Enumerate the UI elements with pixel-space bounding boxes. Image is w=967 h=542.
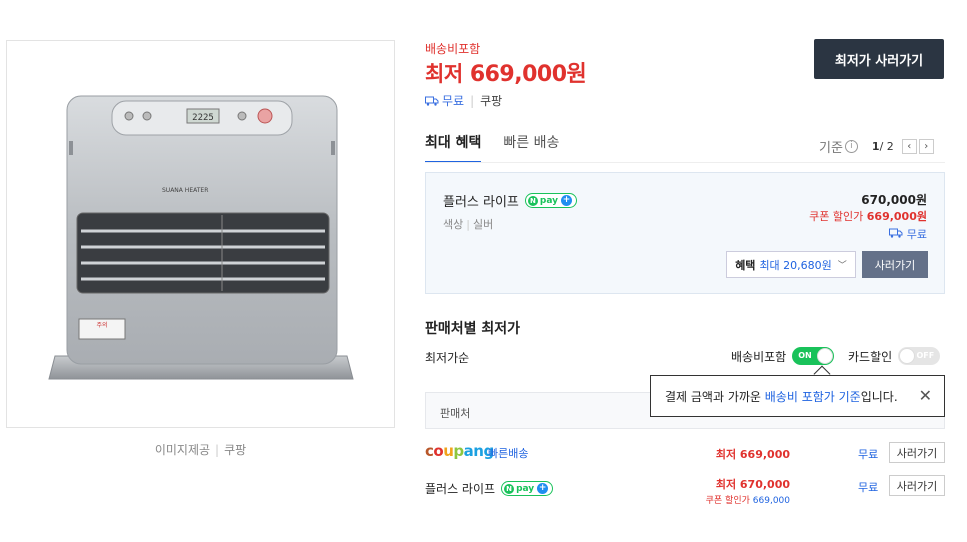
card-coupon-price: 669,000원	[866, 210, 927, 223]
plus-icon: +	[537, 483, 549, 494]
benefit-tabs: 최대 혜택 빠른 배송	[425, 132, 581, 163]
coupang-logo: coupang	[425, 442, 494, 460]
image-credit-source: 쿠팡	[224, 443, 247, 457]
tooltip-prefix: 결제 금액과 가까운	[665, 389, 765, 404]
pager: 기준 i 1/ 2 ‹ ›	[819, 137, 934, 156]
benefit-card: 플러스 라이프 Npay + 색상 | 실버 670,000원 쿠폰 할인가 669,…	[425, 172, 945, 294]
toggle-knob	[817, 348, 834, 364]
row-price-block: 최저 670,000 쿠폰 할인가 669,000	[706, 476, 790, 506]
shipping-tooltip: 결제 금액과 가까운 배송비 포함가 기준입니다. ✕	[650, 375, 945, 417]
card-option: 색상 | 실버	[443, 216, 493, 232]
buy-lowest-button[interactable]: 최저가 사러가기	[814, 39, 944, 79]
separator: |	[215, 443, 220, 457]
npay-n-icon: N	[504, 483, 515, 494]
row-buy-button[interactable]: 사러가기	[889, 442, 945, 463]
card-toggle-state: OFF	[916, 351, 935, 360]
prev-page-button[interactable]: ‹	[901, 139, 917, 154]
npay-n-icon: N	[527, 195, 538, 206]
card-price: 670,000원	[861, 193, 927, 207]
npay-text: pay	[516, 483, 535, 494]
product-image[interactable]: 2225 SUANA HEATER 주의	[6, 40, 395, 428]
lowest-price-value: 669,000원	[469, 62, 587, 87]
option-label: 색상	[443, 218, 464, 231]
card-seller: 플러스 라이프 Npay +	[443, 191, 578, 210]
card-seller-name: 플러스 라이프	[443, 195, 519, 210]
tooltip-suffix: 입니다.	[860, 389, 898, 404]
truck-icon	[425, 96, 439, 106]
card-coupon-label: 쿠폰 할인가	[809, 210, 864, 223]
tooltip-text: 결제 금액과 가까운 배송비 포함가 기준입니다.	[665, 388, 898, 405]
separator: |	[466, 218, 470, 231]
tab-max-benefit[interactable]: 최대 혜택	[425, 132, 482, 163]
truck-icon	[889, 228, 903, 238]
shipping-included-label: 배송비포함	[425, 42, 481, 56]
row-shipping: 무료	[858, 481, 879, 494]
toggle-knob	[899, 348, 916, 364]
benefit-value: 최대 20,680원	[759, 258, 832, 272]
close-icon[interactable]: ✕	[919, 388, 932, 404]
sort-lowest[interactable]: 최저가순	[425, 349, 469, 366]
row-coupon-label: 쿠폰 할인가	[705, 496, 750, 506]
image-credit-label: 이미지제공	[154, 443, 211, 457]
card-buy-button[interactable]: 사러가기	[862, 251, 928, 278]
row-buy-button[interactable]: 사러가기	[889, 475, 945, 496]
npay-text: pay	[539, 195, 559, 206]
criteria-label[interactable]: 기준	[819, 137, 843, 156]
card-discount-toggle[interactable]: OFF	[898, 347, 941, 365]
benefit-dropdown[interactable]: 혜택 최대 20,680원 ﹀	[726, 251, 856, 278]
shipping-toggle-state: ON	[798, 351, 812, 360]
info-icon[interactable]: i	[844, 140, 858, 153]
seller-section-title: 판매처별 최저가	[425, 321, 521, 337]
brand-label: SUANA HEATER	[162, 187, 208, 194]
page-current: 1	[871, 140, 880, 153]
chevron-down-icon: ﹀	[837, 261, 847, 271]
plus-icon: +	[561, 195, 573, 206]
benefit-label: 혜택	[735, 258, 756, 272]
row-seller: 플러스 라이프 Npay +	[425, 480, 554, 497]
card-shipping-value: 무료	[906, 228, 927, 241]
delivery-info: 무료 | 쿠팡	[425, 92, 502, 109]
tooltip-highlight: 배송비 포함가 기준	[764, 389, 861, 404]
page-total: / 2	[879, 140, 894, 153]
option-value: 실버	[472, 218, 494, 231]
warning-label: 주의	[96, 321, 107, 329]
card-toggle-label: 카드할인	[848, 349, 893, 364]
card-coupon: 쿠폰 할인가 669,000원	[809, 208, 927, 224]
npay-badge: Npay +	[524, 193, 578, 208]
card-toggle-group: 카드할인 OFF	[848, 347, 941, 365]
delivery-seller: 쿠팡	[480, 94, 503, 108]
page-indicator: 1/ 2	[872, 140, 894, 153]
row-price: 최저 669,000	[715, 448, 790, 461]
separator: |	[470, 93, 475, 108]
row-price: 최저 670,000	[715, 478, 790, 491]
image-credit: 이미지제공 | 쿠팡	[6, 441, 395, 458]
row-shipping: 무료	[858, 448, 879, 461]
panel-display: 2225	[192, 113, 214, 123]
seller-row[interactable]: coupang 빠른배송 최저 669,000 무료 사러가기	[425, 440, 945, 474]
tab-fast-delivery[interactable]: 빠른 배송	[503, 132, 559, 163]
heater-illustration: 2225 SUANA HEATER 주의	[48, 95, 354, 380]
shipping-toggle[interactable]: ON	[792, 347, 835, 365]
fast-delivery-badge: 빠른배송	[488, 447, 529, 460]
row-coupon-price: 669,000	[752, 496, 790, 506]
shipping-toggle-group: 배송비포함 ON	[731, 347, 835, 365]
seller-row[interactable]: 플러스 라이프 Npay + 최저 670,000 쿠폰 할인가 669,000 …	[425, 473, 945, 507]
tab-divider	[425, 162, 945, 163]
next-page-button[interactable]: ›	[918, 139, 934, 154]
npay-badge: Npay +	[501, 481, 554, 496]
shipping-toggle-label: 배송비포함	[731, 349, 787, 364]
row-seller-name: 플러스 라이프	[425, 482, 496, 496]
lowest-price: 최저 669,000원	[425, 56, 587, 88]
card-shipping: 무료	[889, 226, 927, 242]
lowest-price-label: 최저	[425, 62, 463, 86]
row-coupon: 쿠폰 할인가 669,000	[706, 493, 790, 506]
delivery-free: 무료	[442, 94, 465, 108]
